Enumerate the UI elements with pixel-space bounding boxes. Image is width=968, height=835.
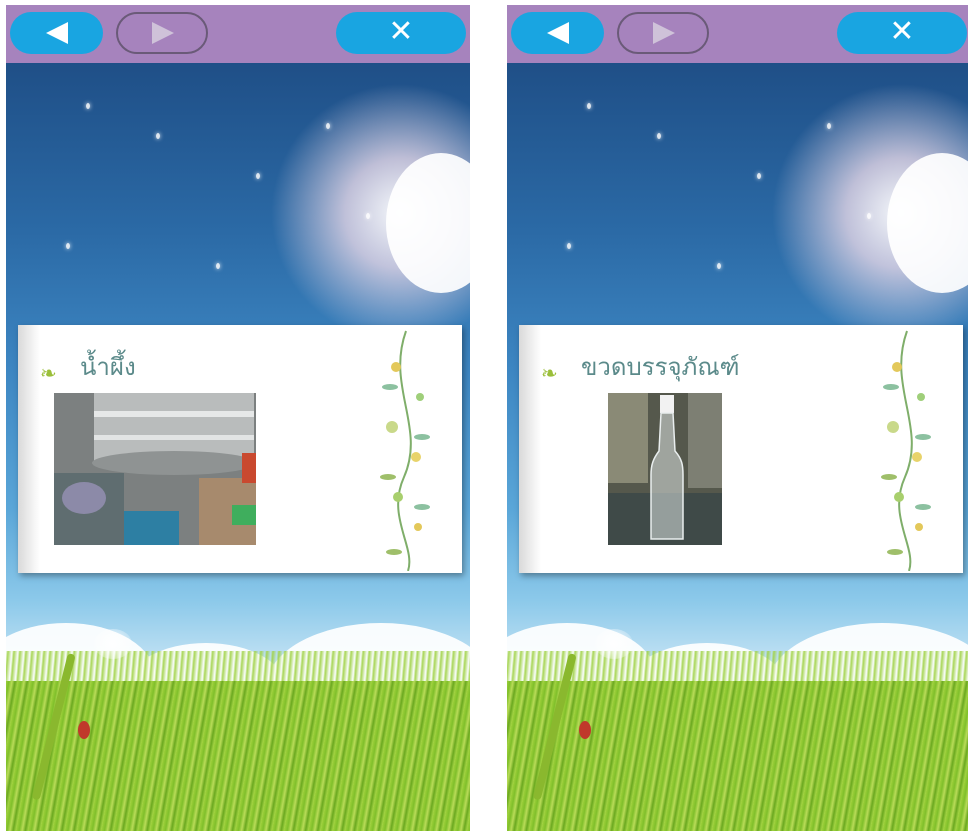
sparkle [366,213,370,219]
screen-bottle: ✕ ❧ ขวดบรรจุภัณฑ์ [507,5,968,831]
top-toolbar: ✕ [6,5,470,63]
sparkle [757,173,761,179]
back-button[interactable] [10,12,103,54]
back-button[interactable] [511,12,604,54]
next-button[interactable] [617,12,709,54]
sparkle [256,173,260,179]
dandelion-icon [94,629,132,659]
sparkle [717,263,721,269]
grass [507,681,968,831]
page-fold [18,325,40,573]
sparkle [326,123,330,129]
screen-honey: ✕ ❧ น้ำผึ้ง [6,5,470,831]
sparkle [66,243,70,249]
content-card: ❧ ขวดบรรจุภัณฑ์ [519,325,963,573]
honey-photo [54,393,256,545]
close-icon: ✕ [388,14,414,49]
close-icon: ✕ [889,14,915,49]
ladybug-icon [78,721,90,739]
sparkle [156,133,160,139]
sparkle [657,133,661,139]
sparkle [216,263,220,269]
dandelion-icon [595,629,633,659]
leaf-sprig-icon: ❧ [40,361,57,385]
sparkle [567,243,571,249]
next-triangle-icon [653,22,675,44]
floral-vine-decoration [881,330,931,571]
leaf-sprig-icon: ❧ [541,361,558,385]
next-button[interactable] [116,12,208,54]
top-toolbar: ✕ [507,5,968,63]
sparkle [587,103,591,109]
honey-tank-image [54,393,256,545]
content-card: ❧ น้ำผึ้ง [18,325,462,573]
sparkle [867,213,871,219]
card-title: น้ำผึ้ง [80,353,136,381]
page-fold [519,325,541,573]
next-triangle-icon [152,22,174,44]
sparkle [86,103,90,109]
ladybug-icon [579,721,591,739]
bottle-photo [608,393,722,545]
back-triangle-icon [46,22,68,44]
glass-bottle-image [608,393,722,545]
back-triangle-icon [547,22,569,44]
card-title: ขวดบรรจุภัณฑ์ [581,353,740,381]
close-button[interactable]: ✕ [837,12,967,54]
floral-vine-decoration [380,330,430,571]
grass [6,681,470,831]
close-button[interactable]: ✕ [336,12,466,54]
sparkle [827,123,831,129]
